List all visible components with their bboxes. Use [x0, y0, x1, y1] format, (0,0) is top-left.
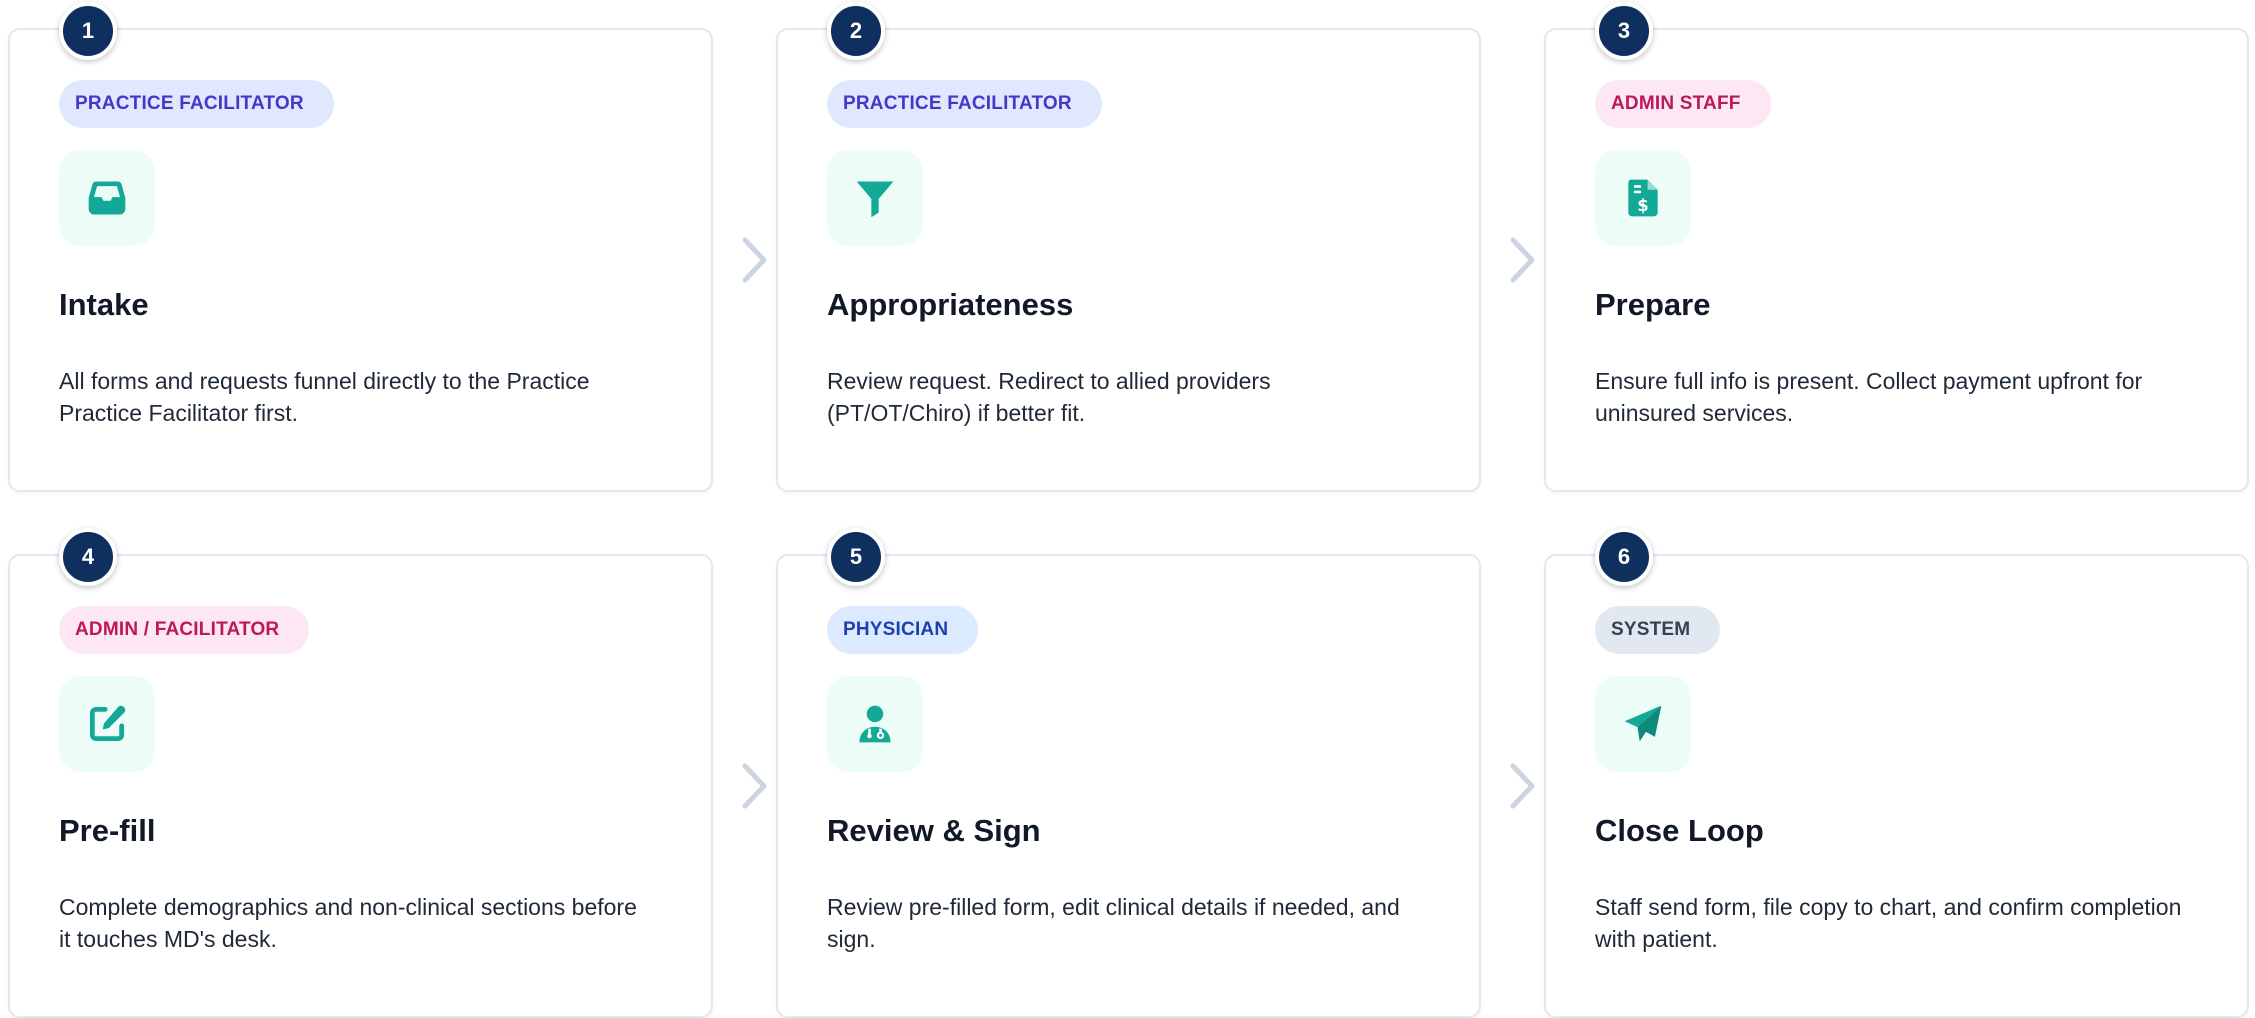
step-description: Staff send form, file copy to chart, and… [1595, 894, 2182, 952]
role-badge: PRACTICE FACILITATOR [59, 80, 334, 128]
edit-icon [59, 676, 155, 772]
step-number: 6 [1595, 528, 1653, 586]
step-title: Intake [59, 287, 149, 322]
step-title: Pre-fill [59, 813, 156, 848]
role-badge: PRACTICE FACILITATOR [827, 80, 1102, 128]
chevron-right-icon [1505, 235, 1539, 285]
step-title: Appropriateness [827, 287, 1074, 322]
step-number: 3 [1595, 2, 1653, 60]
step-title: Review & Sign [827, 813, 1041, 848]
step-description: Review request. Redirect to allied provi… [827, 368, 1271, 426]
filter-icon [827, 150, 923, 246]
role-badge: ADMIN / FACILITATOR [59, 606, 310, 654]
step-number: 2 [827, 2, 885, 60]
role-badge: SYSTEM [1595, 606, 1721, 654]
role-badge: ADMIN STAFF [1595, 80, 1771, 128]
step-description: All forms and requests funnel directly t… [59, 368, 590, 426]
chevron-right-icon [1505, 761, 1539, 811]
role-badge: PHYSICIAN [827, 606, 979, 654]
step-description: Review pre-filled form, edit clinical de… [827, 894, 1400, 952]
step-card-appropriateness: 2 PRACTICE FACILITATOR Appropriateness R… [776, 2, 1481, 492]
step-card-prepare: 3 ADMIN STAFF $ Prepare Ensure full info… [1544, 2, 2249, 492]
step-card-intake: 1 PRACTICE FACILITATOR Intake All forms … [8, 2, 713, 492]
doctor-icon [827, 676, 923, 772]
step-title: Prepare [1595, 287, 1711, 322]
inbox-icon [59, 150, 155, 246]
chevron-right-icon [737, 235, 771, 285]
step-description: Ensure full info is present. Collect pay… [1595, 368, 2143, 426]
invoice-dollar-icon: $ [1595, 150, 1691, 246]
step-number: 5 [827, 528, 885, 586]
chevron-right-icon [737, 761, 771, 811]
step-description: Complete demographics and non-clinical s… [59, 894, 637, 952]
step-card-close-loop: 6 SYSTEM Close Loop Staff send form, fil… [1544, 528, 2249, 1018]
step-card-review-sign: 5 PHYSICIAN Review & Sign Review pre-fil… [776, 528, 1481, 1018]
step-title: Close Loop [1595, 813, 1764, 848]
step-number: 1 [59, 2, 117, 60]
step-card-pre-fill: 4 ADMIN / FACILITATOR Pre-fill Complete … [8, 528, 713, 1018]
svg-text:$: $ [1637, 196, 1648, 215]
paper-plane-icon [1595, 676, 1691, 772]
step-number: 4 [59, 528, 117, 586]
